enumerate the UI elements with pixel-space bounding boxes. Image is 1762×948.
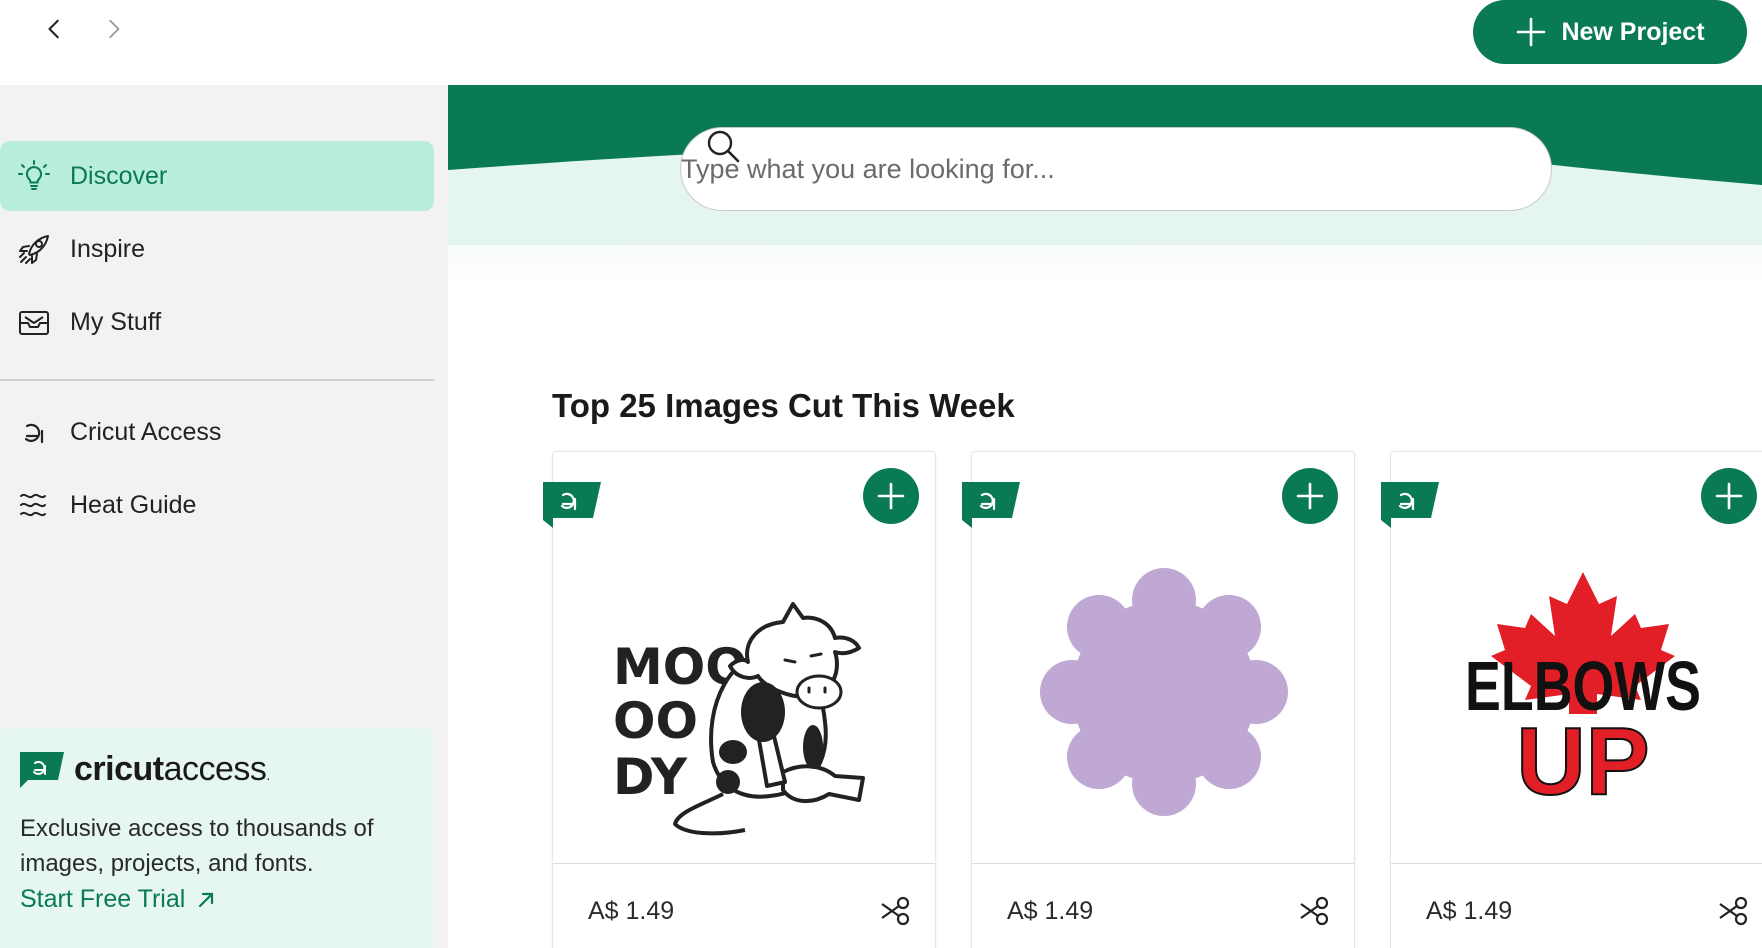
image-card[interactable]: MOO OO DY A$ 1.49 bbox=[543, 451, 936, 948]
svg-text:OO: OO bbox=[613, 692, 698, 750]
chevron-right-icon bbox=[109, 19, 120, 39]
app-window: New Project Discover Inspire My Stuff Cr… bbox=[0, 0, 1762, 948]
sidebar-item-label: Cricut Access bbox=[70, 417, 222, 446]
plus-icon bbox=[1715, 482, 1743, 510]
sidebar-item-label: Heat Guide bbox=[70, 490, 197, 519]
scissors-cut-icon bbox=[1300, 896, 1329, 926]
scissors-cut-icon bbox=[1719, 896, 1748, 926]
card-divider bbox=[553, 863, 935, 864]
promo-description: Exclusive access to thousands of images,… bbox=[20, 815, 374, 877]
sidebar-item-label: Discover bbox=[70, 161, 168, 190]
add-to-canvas-button[interactable] bbox=[863, 468, 919, 524]
new-project-label: New Project bbox=[1561, 17, 1705, 46]
section-title: Top 25 Images Cut This Week bbox=[552, 387, 1015, 424]
cricut-access-badge-icon bbox=[1381, 482, 1439, 528]
top-bar: New Project bbox=[0, 0, 1762, 85]
sidebar-divider bbox=[0, 379, 434, 381]
main-content: Top 25 Images Cut This Week MOO OO DY bbox=[448, 85, 1762, 948]
new-project-button[interactable]: New Project bbox=[1473, 0, 1747, 64]
sidebar-item-label: My Stuff bbox=[70, 307, 162, 336]
scissors-cut-icon bbox=[881, 896, 910, 926]
start-free-trial-link[interactable]: Start Free Trial bbox=[20, 885, 215, 914]
search-icon bbox=[707, 130, 740, 163]
search-bar[interactable] bbox=[680, 127, 1552, 211]
rocket-icon bbox=[16, 231, 52, 267]
sidebar-item-cricut-access[interactable]: Cricut Access bbox=[0, 397, 434, 467]
sidebar-item-my-stuff[interactable]: My Stuff bbox=[0, 287, 434, 357]
heat-waves-icon bbox=[16, 487, 52, 523]
svg-text:DY: DY bbox=[613, 748, 688, 806]
card-divider bbox=[1391, 863, 1762, 864]
price-label: A$ 1.49 bbox=[588, 897, 675, 925]
hero-banner bbox=[448, 85, 1762, 245]
hero-shadow bbox=[448, 245, 1762, 285]
sidebar-item-label: Inspire bbox=[70, 234, 146, 263]
price-label: A$ 1.49 bbox=[1007, 897, 1094, 925]
sidebar-item-discover[interactable]: Discover bbox=[0, 141, 434, 211]
cricut-access-logo: cricutaccess. bbox=[20, 750, 270, 789]
purple-scallop-circle-image bbox=[992, 532, 1336, 852]
plus-icon bbox=[1517, 17, 1546, 47]
add-to-canvas-button[interactable] bbox=[1701, 468, 1757, 524]
cricut-access-icon bbox=[16, 414, 52, 450]
cricut-access-badge-icon bbox=[543, 482, 601, 528]
price-label: A$ 1.49 bbox=[1426, 897, 1513, 925]
sidebar-item-inspire[interactable]: Inspire bbox=[0, 214, 434, 284]
add-to-canvas-button[interactable] bbox=[1282, 468, 1338, 524]
elbows-up-maple-leaf-image: ELBOWS UP bbox=[1411, 532, 1755, 852]
cricut-access-promo: cricutaccess. Exclusive access to thousa… bbox=[0, 728, 434, 948]
inbox-icon bbox=[16, 304, 52, 340]
start-free-trial-label: Start Free Trial bbox=[20, 885, 186, 913]
chevron-left-icon bbox=[48, 19, 59, 39]
search-input[interactable] bbox=[681, 153, 1421, 185]
card-divider bbox=[972, 863, 1354, 864]
cricut-access-badge-icon bbox=[20, 751, 64, 788]
brand-name: cricutaccess. bbox=[74, 750, 270, 788]
plus-icon bbox=[1296, 482, 1324, 510]
image-card[interactable]: A$ 1.49 bbox=[962, 451, 1355, 948]
sidebar: Discover Inspire My Stuff Cricut Access bbox=[0, 85, 448, 948]
back-button[interactable] bbox=[38, 12, 72, 46]
sidebar-item-heat-guide[interactable]: Heat Guide bbox=[0, 470, 434, 540]
svg-text:UP: UP bbox=[1516, 708, 1649, 815]
forward-button[interactable] bbox=[96, 12, 130, 46]
image-card[interactable]: ELBOWS UP A$ 1.49 bbox=[1381, 451, 1762, 948]
cricut-access-badge-icon bbox=[962, 482, 1020, 528]
cow-moo-image: MOO OO DY bbox=[573, 532, 917, 852]
plus-icon bbox=[877, 482, 905, 510]
arrow-up-right-icon bbox=[199, 892, 214, 907]
lightbulb-icon bbox=[16, 158, 52, 194]
